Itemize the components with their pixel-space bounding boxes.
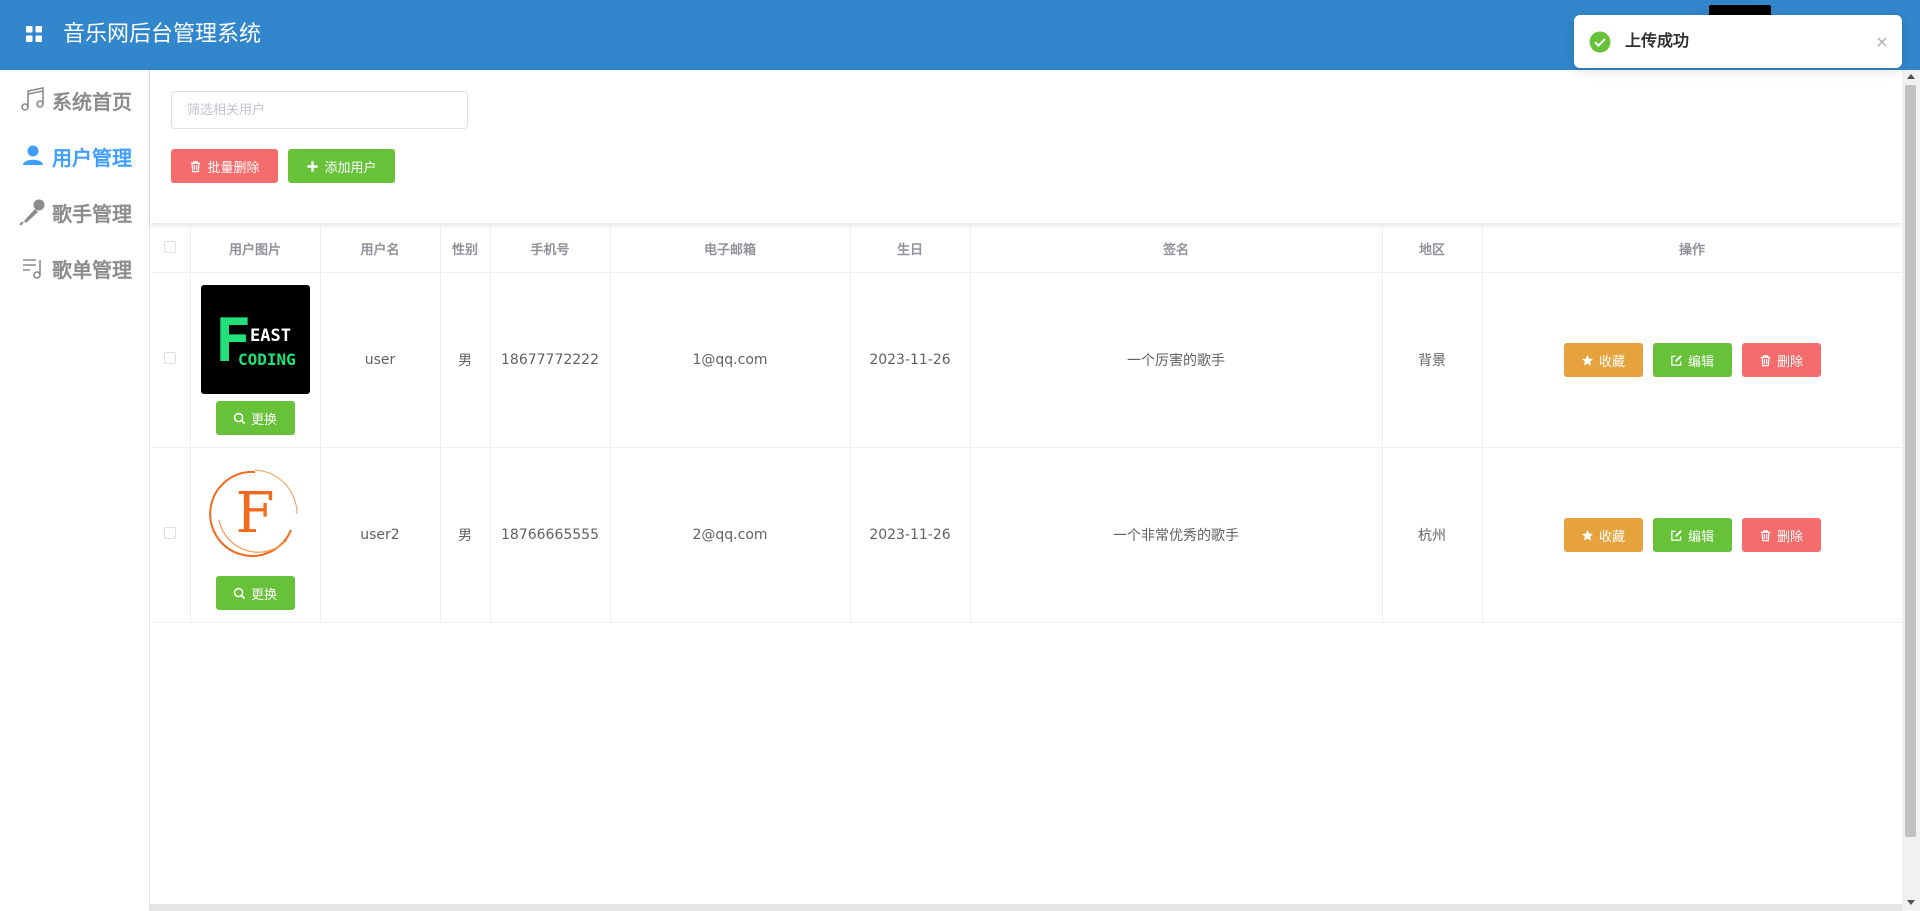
- avatar-text: EAST: [250, 326, 291, 346]
- column-header: 地区: [1382, 225, 1483, 273]
- change-avatar-label: 更换: [250, 587, 277, 603]
- check-circle-icon: [1589, 31, 1611, 53]
- username-cell: user: [320, 272, 441, 448]
- success-toast: 上传成功: [1574, 15, 1902, 68]
- plus-icon: [307, 160, 319, 172]
- user-avatar: F: [208, 469, 298, 557]
- column-header: 用户名: [320, 225, 441, 273]
- delete-button[interactable]: 删除: [1741, 343, 1821, 377]
- gender-cell: 男: [440, 447, 491, 623]
- column-header: 用户图片: [190, 225, 321, 273]
- row-checkbox[interactable]: [164, 527, 177, 539]
- delete-label: 删除: [1776, 354, 1803, 370]
- column-header: 操作: [1482, 225, 1903, 273]
- batch-delete-label: 批量删除: [207, 160, 260, 176]
- column-header: 生日: [850, 225, 971, 273]
- signature-cell: 一个厉害的歌手: [970, 272, 1383, 448]
- users-table: 用户图片 用户名 性别 手机号 电子邮箱 生日 签名 地区 操作 F EAST: [151, 225, 1903, 623]
- microphone-icon: [19, 199, 45, 226]
- sidebar: 系统首页 用户管理 歌手管理 歌单管理: [0, 70, 150, 911]
- phone-cell: 18677772222: [490, 272, 611, 448]
- vertical-scrollbar-thumb[interactable]: [1905, 85, 1916, 837]
- row-checkbox-cell: [151, 447, 191, 623]
- add-user-button[interactable]: 添加用户: [288, 149, 395, 183]
- delete-button[interactable]: 删除: [1741, 518, 1821, 552]
- row-actions: 收藏 编辑 删除: [1483, 518, 1902, 552]
- playlist-icon: [23, 259, 41, 279]
- favorite-button[interactable]: 收藏: [1563, 343, 1643, 377]
- birthday-cell: 2023-11-26: [850, 272, 971, 448]
- change-avatar-button[interactable]: 更换: [215, 401, 295, 435]
- edit-button[interactable]: 编辑: [1652, 518, 1732, 552]
- sidebar-item-playlists[interactable]: 歌单管理: [18, 248, 132, 288]
- trash-icon: [191, 160, 201, 172]
- search-icon: [233, 587, 246, 599]
- birthday-cell: 2023-11-26: [850, 447, 971, 623]
- avatar-text: CODING: [238, 350, 296, 369]
- username-cell: user2: [320, 447, 441, 623]
- region-cell: 杭州: [1382, 447, 1483, 623]
- app-title: 音乐网后台管理系统: [63, 22, 262, 47]
- sidebar-item-users[interactable]: 用户管理: [18, 136, 132, 176]
- actions-cell: 收藏 编辑 删除: [1482, 447, 1903, 623]
- user-avatar: F EAST CODING: [200, 285, 310, 394]
- avatar-letter: F: [235, 481, 274, 546]
- add-user-label: 添加用户: [324, 160, 377, 176]
- delete-label: 删除: [1776, 529, 1803, 545]
- column-header: 签名: [970, 225, 1383, 273]
- table-header-row: 用户图片 用户名 性别 手机号 电子邮箱 生日 签名 地区 操作: [151, 225, 1903, 273]
- edit-icon: [1671, 354, 1682, 366]
- phone-cell: 18766665555: [490, 447, 611, 623]
- email-cell: 1@qq.com: [610, 272, 851, 448]
- sidebar-item-label: 歌手管理: [52, 201, 132, 226]
- trash-icon: [1760, 354, 1771, 366]
- select-all-checkbox[interactable]: [164, 240, 177, 253]
- star-icon: [1581, 354, 1594, 366]
- music-note-icon: [21, 87, 44, 111]
- sidebar-item-label: 歌单管理: [52, 257, 132, 282]
- toolbar-card: 批量删除 添加用户: [150, 70, 1902, 223]
- column-header: 性别: [440, 225, 491, 273]
- sidebar-item-label: 用户管理: [52, 145, 132, 170]
- batch-delete-button[interactable]: 批量删除: [171, 149, 278, 183]
- user-icon: [23, 145, 43, 165]
- toast-message: 上传成功: [1625, 31, 1690, 50]
- row-checkbox[interactable]: [164, 352, 177, 364]
- sidebar-item-singers[interactable]: 歌手管理: [18, 192, 132, 232]
- horizontal-scrollbar[interactable]: [150, 904, 1902, 911]
- edit-label: 编辑: [1687, 354, 1714, 370]
- change-avatar-label: 更换: [250, 412, 277, 428]
- search-input[interactable]: [171, 91, 468, 129]
- actions-cell: 收藏 编辑 删除: [1482, 272, 1903, 448]
- sidebar-item-label: 系统首页: [52, 89, 132, 114]
- edit-label: 编辑: [1687, 529, 1714, 545]
- favorite-label: 收藏: [1598, 354, 1625, 370]
- scroll-down-arrow-icon[interactable]: [1907, 900, 1915, 905]
- edit-button[interactable]: 编辑: [1652, 343, 1732, 377]
- table-row: F EAST CODING 更换 user 男 18677772222 1@qq…: [151, 272, 1903, 448]
- table-row: F 更换 user2 男 18766665555 2@qq.com 2023-1…: [151, 447, 1903, 623]
- email-cell: 2@qq.com: [610, 447, 851, 623]
- row-actions: 收藏 编辑 删除: [1483, 343, 1902, 377]
- close-icon[interactable]: [1874, 34, 1890, 50]
- favorite-label: 收藏: [1598, 529, 1625, 545]
- column-header: 手机号: [490, 225, 611, 273]
- signature-cell: 一个非常优秀的歌手: [970, 447, 1383, 623]
- avatar-cell: F 更换: [190, 447, 321, 623]
- column-header: 电子邮箱: [610, 225, 851, 273]
- search-icon: [233, 412, 246, 424]
- region-cell: 背景: [1382, 272, 1483, 448]
- gender-cell: 男: [440, 272, 491, 448]
- header-checkbox-cell: [151, 225, 191, 273]
- change-avatar-button[interactable]: 更换: [215, 576, 295, 610]
- edit-icon: [1671, 529, 1682, 541]
- sidebar-item-home[interactable]: 系统首页: [18, 80, 132, 120]
- row-checkbox-cell: [151, 272, 191, 448]
- scroll-up-arrow-icon[interactable]: [1907, 74, 1915, 79]
- favorite-button[interactable]: 收藏: [1563, 518, 1643, 552]
- trash-icon: [1760, 529, 1771, 541]
- avatar-cell: F EAST CODING 更换: [190, 272, 321, 448]
- star-icon: [1581, 529, 1594, 541]
- grid-menu-icon[interactable]: [25, 25, 43, 43]
